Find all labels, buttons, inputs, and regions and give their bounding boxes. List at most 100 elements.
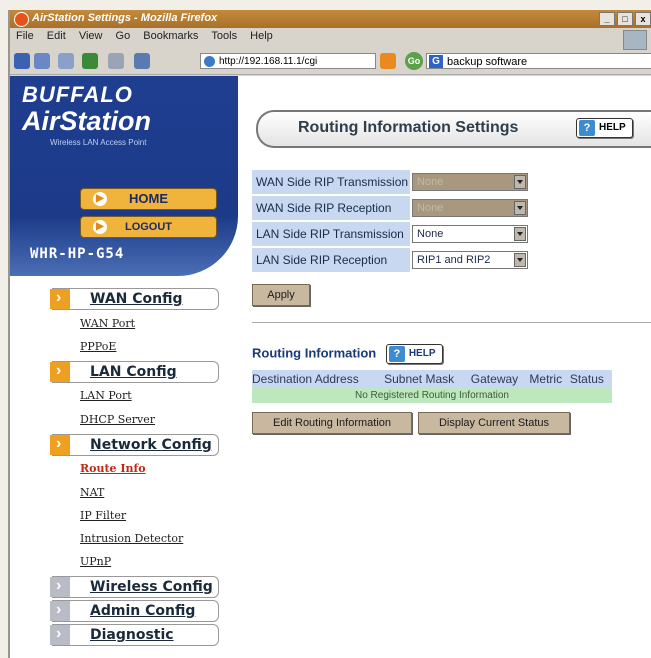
- rip-row: LAN Side RIP Transmission None: [252, 222, 529, 246]
- go-button[interactable]: Go: [405, 52, 423, 70]
- stop-icon[interactable]: [58, 53, 74, 69]
- logout-arrow-icon: ▶: [93, 220, 107, 234]
- url-text: http://192.168.11.1/cgi: [219, 56, 318, 67]
- select-value: RIP1 and RIP2: [417, 254, 491, 266]
- link-dhcp-server[interactable]: DHCP Server: [80, 413, 155, 426]
- back-icon[interactable]: [14, 53, 30, 69]
- menu-lan-config[interactable]: LAN Config: [50, 361, 219, 383]
- table-row: No Registered Routing Information: [252, 388, 612, 403]
- routing-info-heading: Routing Information ? HELP: [252, 344, 443, 364]
- link-lan-port[interactable]: LAN Port: [80, 389, 132, 402]
- reload-icon[interactable]: [82, 53, 98, 69]
- rip-row: WAN Side RIP Transmission None: [252, 170, 529, 194]
- brand-panel: BUFFALO AirStation Wireless LAN Access P…: [10, 76, 238, 276]
- dropdown-arrow-icon: [514, 227, 527, 241]
- routing-info-label: Routing Information: [252, 345, 377, 361]
- title-bar: AirStation Settings - Mozilla Firefox _ …: [10, 10, 651, 28]
- wan-config-icon: [50, 289, 70, 309]
- link-pppoe[interactable]: PPPoE: [80, 340, 116, 353]
- brand-logo-buffalo: BUFFALO: [22, 82, 133, 107]
- col-status: Status: [569, 370, 612, 388]
- menu-help[interactable]: Help: [250, 30, 273, 42]
- dropdown-arrow-icon: [514, 175, 527, 189]
- col-gateway: Gateway: [470, 370, 530, 388]
- home-arrow-icon: ▶: [93, 192, 107, 206]
- select-value: None: [417, 202, 444, 214]
- routing-table-header: Destination Address Subnet Mask Gateway …: [252, 370, 612, 388]
- help-button[interactable]: ? HELP: [576, 118, 633, 138]
- site-icon: [204, 56, 215, 67]
- rip-row: LAN Side RIP Reception RIP1 and RIP2: [252, 248, 529, 272]
- menu-wireless-config[interactable]: Wireless Config: [50, 576, 219, 598]
- menu-diagnostic[interactable]: Diagnostic: [50, 624, 219, 646]
- browser-window: AirStation Settings - Mozilla Firefox _ …: [8, 10, 651, 658]
- apply-button[interactable]: Apply: [252, 284, 310, 306]
- minimize-button[interactable]: _: [599, 12, 615, 26]
- wan-config-label: WAN Config: [90, 291, 183, 307]
- edit-routing-button[interactable]: Edit Routing Information: [252, 412, 412, 434]
- divider: [252, 322, 651, 323]
- forward-icon[interactable]: [34, 53, 50, 69]
- model-name: WHR-HP-G54: [30, 246, 125, 262]
- menu-network-config[interactable]: Network Config: [50, 434, 219, 456]
- admin-config-icon: [50, 601, 70, 621]
- lan-rip-reception-select[interactable]: RIP1 and RIP2: [412, 251, 529, 269]
- menu-bar: File Edit View Go Bookmarks Tools Help: [10, 30, 651, 50]
- wireless-config-icon: [50, 577, 70, 597]
- network-config-label: Network Config: [90, 437, 212, 453]
- lan-config-icon: [50, 362, 70, 382]
- rip-label: LAN Side RIP Transmission: [252, 222, 411, 246]
- rip-label: LAN Side RIP Reception: [252, 248, 411, 272]
- wan-rip-reception-select: None: [412, 199, 529, 217]
- menu-bookmarks[interactable]: Bookmarks: [143, 30, 198, 42]
- link-wan-port[interactable]: WAN Port: [80, 317, 135, 330]
- rip-settings-table: WAN Side RIP Transmission None WAN Side …: [252, 168, 529, 274]
- menu-admin-config[interactable]: Admin Config: [50, 600, 219, 622]
- home-button[interactable]: ▶ HOME: [80, 188, 217, 210]
- menu-tools[interactable]: Tools: [211, 30, 237, 42]
- search-text: backup software: [447, 56, 528, 68]
- menu-view[interactable]: View: [79, 30, 103, 42]
- menu-wan-config[interactable]: WAN Config: [50, 288, 219, 310]
- home-icon[interactable]: [134, 53, 150, 69]
- help-label: HELP: [599, 122, 626, 133]
- sidebar: BUFFALO AirStation Wireless LAN Access P…: [10, 76, 238, 658]
- page-title: Routing Information Settings: [298, 119, 519, 136]
- select-value: None: [417, 228, 444, 240]
- main-panel: Routing Information Settings ? HELP WAN …: [238, 76, 651, 658]
- menu-file[interactable]: File: [16, 30, 34, 42]
- firefox-icon: [14, 12, 29, 27]
- link-upnp[interactable]: UPnP: [80, 555, 111, 568]
- display-status-button[interactable]: Display Current Status: [418, 412, 570, 434]
- menu-go[interactable]: Go: [116, 30, 131, 42]
- menu-edit[interactable]: Edit: [47, 30, 66, 42]
- link-route-info[interactable]: Route Info: [80, 462, 146, 475]
- wireless-config-label: Wireless Config: [90, 579, 213, 595]
- col-destination: Destination Address: [252, 370, 385, 388]
- logout-button[interactable]: ▶ LOGOUT: [80, 216, 217, 238]
- rip-label: WAN Side RIP Transmission: [252, 170, 411, 194]
- link-nat[interactable]: NAT: [80, 486, 104, 499]
- lan-rip-transmission-select[interactable]: None: [412, 225, 529, 243]
- rip-label: WAN Side RIP Reception: [252, 196, 411, 220]
- col-subnet: Subnet Mask: [384, 370, 471, 388]
- print-icon[interactable]: [108, 53, 124, 69]
- url-bar[interactable]: http://192.168.11.1/cgi: [200, 53, 376, 69]
- search-box[interactable]: G backup software: [426, 53, 651, 69]
- dropdown-arrow-icon: [514, 253, 527, 267]
- help-label: HELP: [408, 348, 436, 359]
- window-title: AirStation Settings - Mozilla Firefox: [32, 12, 218, 24]
- feed-icon[interactable]: [380, 53, 396, 69]
- link-ip-filter[interactable]: IP Filter: [80, 509, 126, 522]
- close-button[interactable]: x: [635, 12, 651, 26]
- admin-config-label: Admin Config: [90, 603, 196, 619]
- select-value: None: [417, 176, 444, 188]
- link-intrusion-detector[interactable]: Intrusion Detector: [80, 532, 183, 545]
- title-banner: Routing Information Settings ? HELP: [256, 110, 651, 148]
- brand-logo-airstation: AirStation: [22, 106, 152, 136]
- diagnostic-label: Diagnostic: [90, 627, 174, 643]
- routing-help-button[interactable]: ? HELP: [385, 344, 443, 364]
- maximize-button[interactable]: □: [617, 12, 633, 26]
- navigation-toolbar: http://192.168.11.1/cgi Go G backup soft…: [10, 50, 651, 75]
- routing-table: Destination Address Subnet Mask Gateway …: [252, 370, 612, 403]
